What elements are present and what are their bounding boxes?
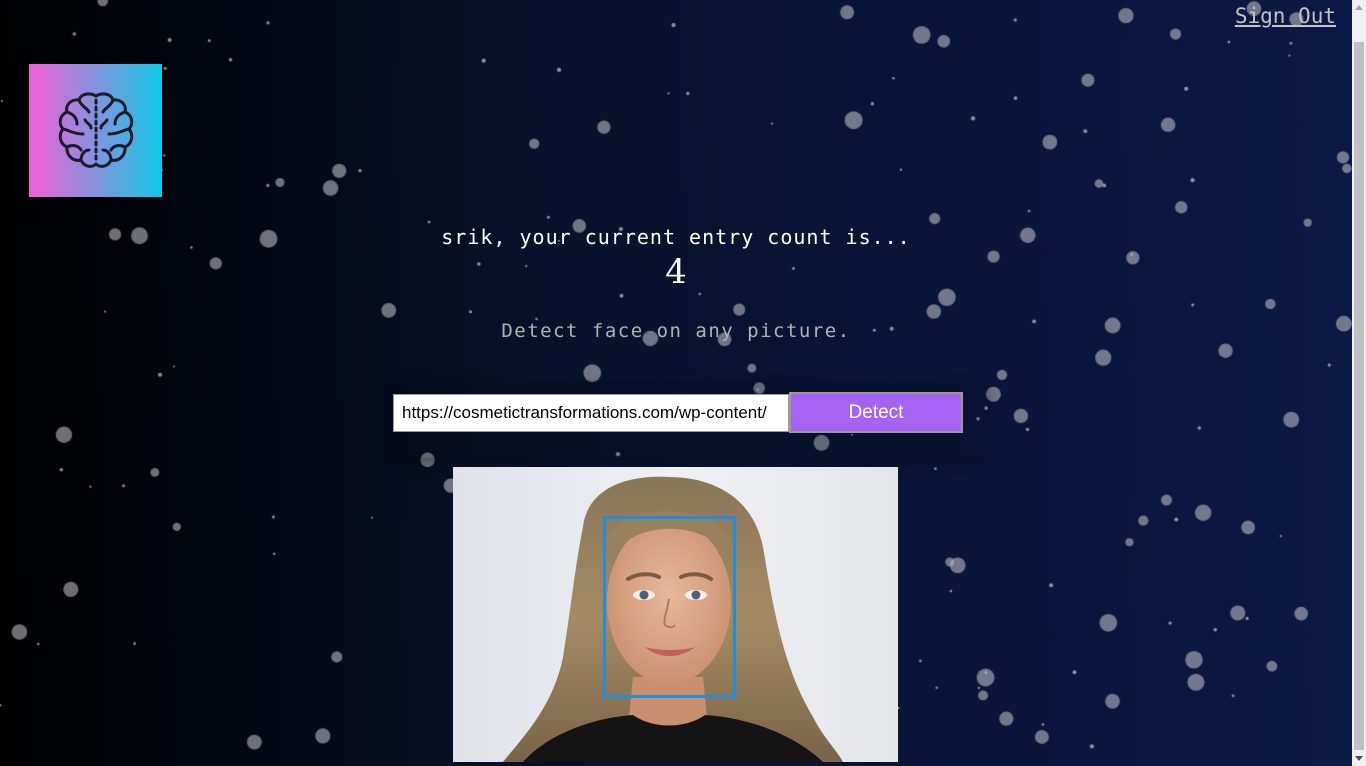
face-image <box>453 467 898 762</box>
face-bounding-box <box>603 516 736 698</box>
entry-count-value: 4 <box>665 252 687 292</box>
image-url-input[interactable] <box>393 394 789 432</box>
instruction-text: Detect face on any picture. <box>501 320 851 342</box>
vertical-scrollbar[interactable] <box>1352 0 1366 766</box>
scrollbar-thumb[interactable] <box>1354 42 1364 750</box>
brain-icon <box>58 91 133 168</box>
entry-count-greeting: srik, your current entry count is... <box>441 225 911 249</box>
logo[interactable] <box>29 64 162 197</box>
scroll-down-icon[interactable] <box>1355 756 1363 761</box>
scroll-up-icon[interactable] <box>1355 5 1363 10</box>
sign-out-link[interactable]: Sign Out <box>1235 4 1336 28</box>
detect-button[interactable]: Detect <box>789 392 963 433</box>
